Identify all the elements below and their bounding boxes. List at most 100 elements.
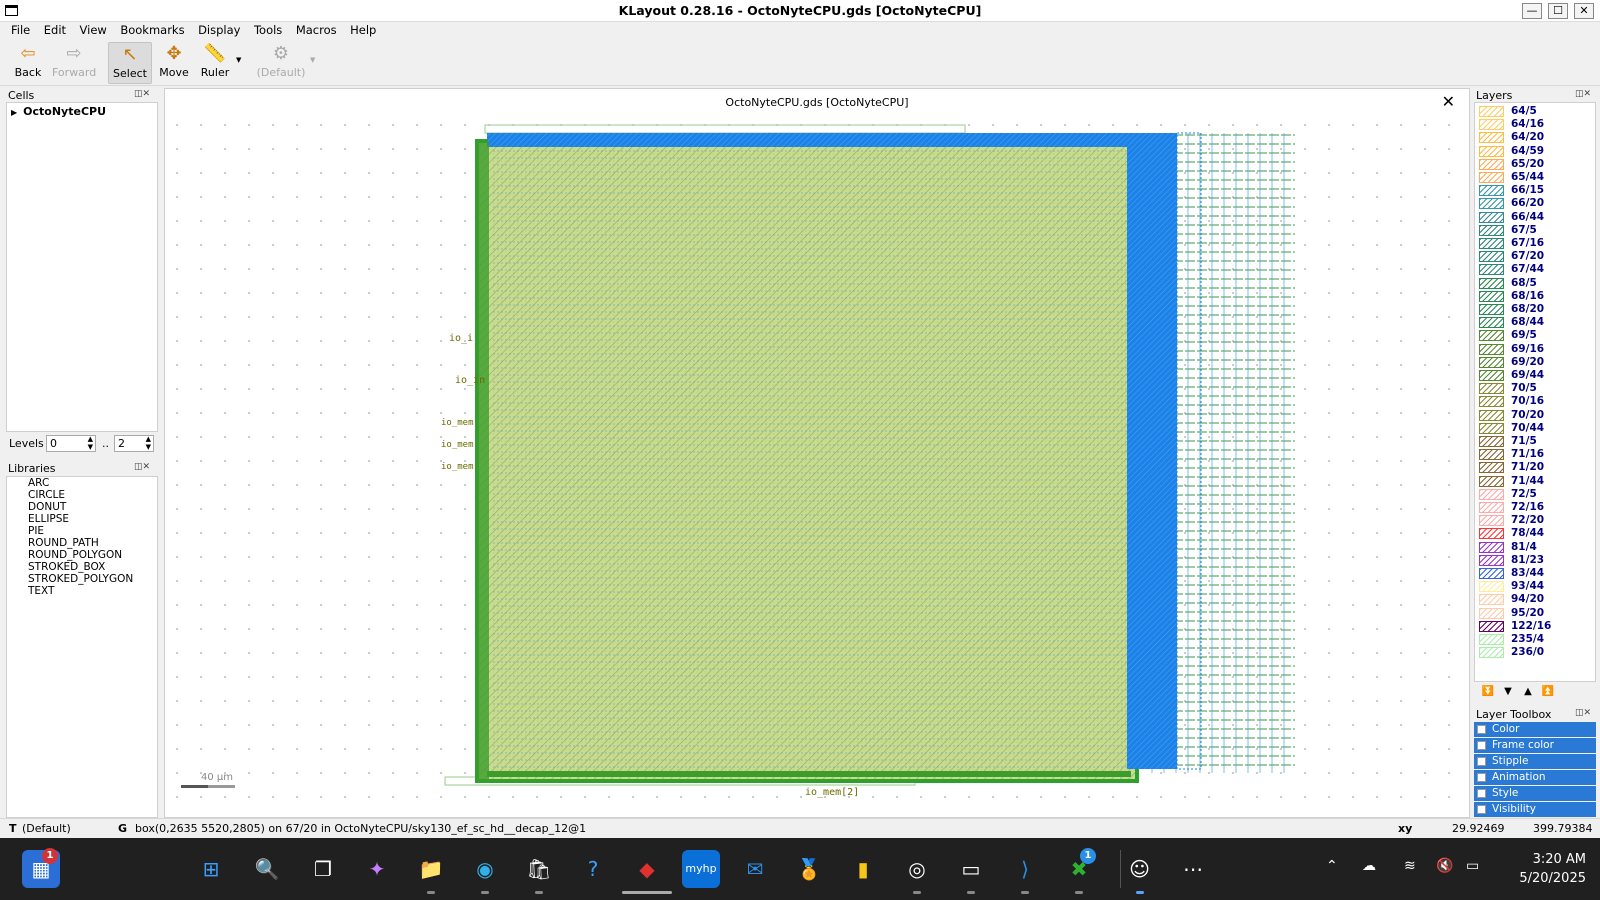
layer-row[interactable]: 83/44 <box>1477 567 1593 580</box>
layer-row[interactable]: 71/5 <box>1477 435 1593 448</box>
select-button[interactable]: ↖ Select <box>108 42 152 84</box>
xbox-icon[interactable]: ✖ 1 <box>1060 848 1098 894</box>
back-button[interactable]: ⇦ Back <box>8 42 48 84</box>
layer-row[interactable]: 67/16 <box>1477 237 1593 250</box>
layer-row[interactable]: 70/5 <box>1477 382 1593 395</box>
move-down-to-bottom-icon[interactable]: ⏬ <box>1480 685 1496 699</box>
menu-bookmarks[interactable]: Bookmarks <box>115 22 189 38</box>
layer-row[interactable]: 95/20 <box>1477 607 1593 620</box>
terminal-icon[interactable]: ▭ <box>952 850 990 894</box>
layer-row[interactable]: 81/23 <box>1477 554 1593 567</box>
layer-row[interactable]: 72/20 <box>1477 514 1593 527</box>
layer-row[interactable]: 65/44 <box>1477 171 1593 184</box>
float-panel-icon[interactable]: ◫✕ <box>134 89 150 99</box>
library-item[interactable]: ROUND_PATH <box>28 537 99 549</box>
library-item[interactable]: STROKED_POLYGON <box>28 573 133 585</box>
library-item[interactable]: DONUT <box>28 501 66 513</box>
layer-row[interactable]: 78/44 <box>1477 527 1593 540</box>
level-from-spinbox[interactable]: 0 ▲ ▼ <box>46 435 96 452</box>
layer-row[interactable]: 68/20 <box>1477 303 1593 316</box>
close-view-icon[interactable]: ✕ <box>1442 92 1455 111</box>
spin-arrows-icon[interactable]: ▲ ▼ <box>146 435 151 451</box>
layer-row[interactable]: 64/59 <box>1477 145 1593 158</box>
minimize-button[interactable]: — <box>1522 3 1542 19</box>
wifi-icon[interactable]: ≋ <box>1404 858 1416 874</box>
copilot-icon[interactable]: ✦ <box>358 850 396 888</box>
layer-row[interactable]: 70/16 <box>1477 395 1593 408</box>
layer-row[interactable]: 122/16 <box>1477 620 1593 633</box>
layer-row[interactable]: 235/4 <box>1477 633 1593 646</box>
layer-row[interactable]: 70/44 <box>1477 422 1593 435</box>
store-icon[interactable]: 🛍 <box>520 850 558 894</box>
ruler-button[interactable]: 📏 Ruler <box>198 42 232 84</box>
layer-row[interactable]: 68/16 <box>1477 290 1593 303</box>
battery-icon[interactable]: ▭ <box>1466 858 1479 874</box>
float-panel-icon[interactable]: ◫✕ <box>134 462 150 472</box>
outlook-icon[interactable]: ✉ <box>736 850 774 888</box>
task-view-icon[interactable]: ❐ <box>304 850 342 888</box>
chrome-icon[interactable]: ◎ <box>898 850 936 894</box>
layer-row[interactable]: 71/16 <box>1477 448 1593 461</box>
layer-row[interactable]: 69/20 <box>1477 356 1593 369</box>
move-to-top-icon[interactable]: ⏫ <box>1540 685 1556 699</box>
move-up-icon[interactable]: ▲ <box>1520 685 1536 699</box>
layer-row[interactable]: 66/20 <box>1477 197 1593 210</box>
close-button[interactable]: ✕ <box>1574 3 1594 19</box>
layer-row[interactable]: 81/4 <box>1477 541 1593 554</box>
search-icon[interactable]: 🔍 <box>248 850 286 888</box>
menu-help[interactable]: Help <box>345 22 381 38</box>
layer-row[interactable]: 68/44 <box>1477 316 1593 329</box>
toolbox-color[interactable]: Color <box>1474 722 1596 737</box>
layer-row[interactable]: 65/20 <box>1477 158 1593 171</box>
layer-row[interactable]: 93/44 <box>1477 580 1593 593</box>
layer-row[interactable]: 70/20 <box>1477 409 1593 422</box>
layer-row[interactable]: 68/5 <box>1477 277 1593 290</box>
library-item[interactable]: TEXT <box>28 585 54 597</box>
expand-arrow-icon[interactable]: ▶ <box>11 108 17 117</box>
layer-row[interactable]: 69/5 <box>1477 329 1593 342</box>
calendar-app-icon[interactable]: ▦ 1 <box>22 848 60 888</box>
layer-row[interactable]: 71/44 <box>1477 475 1593 488</box>
float-panel-icon[interactable]: ◫✕ <box>1575 708 1591 718</box>
layer-row[interactable]: 64/5 <box>1477 105 1593 118</box>
mcafee-icon[interactable]: ◆ <box>622 850 672 894</box>
layer-row[interactable]: 66/44 <box>1477 211 1593 224</box>
help-icon[interactable]: ? <box>574 850 612 888</box>
layer-row[interactable]: 69/16 <box>1477 343 1593 356</box>
checkbox[interactable] <box>1477 773 1486 782</box>
power-bi-icon[interactable]: ▮ <box>844 850 882 888</box>
onedrive-error-icon[interactable]: ☁ <box>1362 858 1376 874</box>
layer-row[interactable]: 236/0 <box>1477 646 1593 659</box>
edge-icon[interactable]: ◉ <box>466 850 504 894</box>
library-item[interactable]: CIRCLE <box>28 489 65 501</box>
more-apps-icon[interactable]: ⋯ <box>1174 850 1212 888</box>
menu-macros[interactable]: Macros <box>291 22 342 38</box>
toolbox-visibility[interactable]: Visibility <box>1474 802 1596 817</box>
default-dropdown-icon[interactable]: ▼ <box>310 56 315 64</box>
layer-row[interactable]: 94/20 <box>1477 593 1593 606</box>
speaker-muted-icon[interactable]: 🔇 <box>1436 858 1453 874</box>
spin-arrows-icon[interactable]: ▲ ▼ <box>88 435 93 451</box>
checkbox[interactable] <box>1477 805 1486 814</box>
layer-row[interactable]: 72/16 <box>1477 501 1593 514</box>
checkbox[interactable] <box>1477 725 1486 734</box>
myhp-icon[interactable]: myhp <box>682 850 720 888</box>
layer-row[interactable]: 64/20 <box>1477 131 1593 144</box>
layer-row[interactable]: 69/44 <box>1477 369 1593 382</box>
default-mode-button[interactable]: ⚙ (Default) <box>256 42 306 84</box>
layer-row[interactable]: 66/15 <box>1477 184 1593 197</box>
vscode-icon[interactable]: ⟩ <box>1006 850 1044 894</box>
menu-display[interactable]: Display <box>193 22 245 38</box>
toolbox-animation[interactable]: Animation <box>1474 770 1596 785</box>
toolbox-style[interactable]: Style <box>1474 786 1596 801</box>
toolbox-frame-color[interactable]: Frame color <box>1474 738 1596 753</box>
cell-tree-item[interactable]: ▶ OctoNyteCPU <box>11 105 106 118</box>
library-item[interactable]: PIE <box>28 525 44 537</box>
toolbox-stipple[interactable]: Stipple <box>1474 754 1596 769</box>
library-item[interactable]: ROUND_POLYGON <box>28 549 122 561</box>
forward-button[interactable]: ⇨ Forward <box>52 42 96 84</box>
move-button[interactable]: ✥ Move <box>156 42 192 84</box>
layer-row[interactable]: 67/5 <box>1477 224 1593 237</box>
library-item[interactable]: ARC <box>28 477 49 489</box>
menu-tools[interactable]: Tools <box>249 22 287 38</box>
